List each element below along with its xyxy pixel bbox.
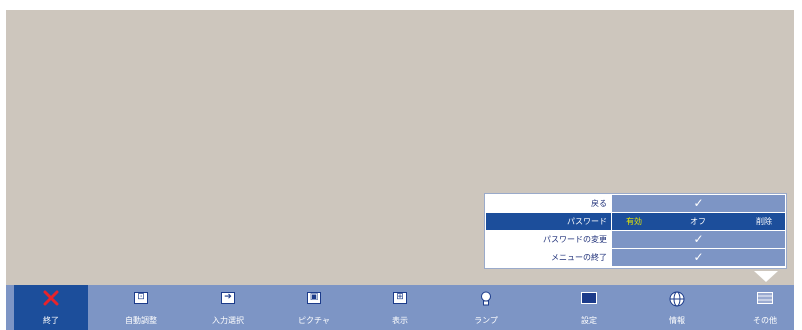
submenu-row-back[interactable]: 戻る ✓: [486, 195, 785, 212]
info-globe-icon: [669, 291, 685, 307]
menu-item-picture[interactable]: ▣ ピクチャ: [277, 285, 351, 330]
change-password-label: パスワードの変更: [486, 231, 611, 248]
lamp-icon: [481, 291, 491, 306]
menu-item-label: 情報: [669, 316, 685, 325]
scroll-down-arrow-icon[interactable]: [754, 271, 778, 282]
menu-item-label: 入力選択: [212, 316, 244, 325]
password-option-off[interactable]: オフ: [690, 213, 706, 230]
security-submenu: 戻る ✓ パスワード 有効 オフ 削除 パスワードの変更 ✓ メニューの終了 ✓: [484, 193, 787, 269]
change-password-check-icon: ✓: [693, 232, 704, 246]
auto-adjust-icon: ⊡: [134, 292, 148, 304]
display-icon: ⊞: [393, 292, 407, 304]
menu-item-label: 自動調整: [125, 316, 157, 325]
menu-item-lamp[interactable]: ランプ: [449, 285, 523, 330]
other-icon: [757, 292, 773, 304]
menu-item-info[interactable]: 情報: [640, 285, 714, 330]
submenu-row-change-password[interactable]: パスワードの変更 ✓: [486, 231, 785, 248]
menu-item-label: その他: [753, 316, 777, 325]
back-label: 戻る: [486, 195, 611, 212]
menu-item-input-select[interactable]: ➔ 入力選択: [191, 285, 265, 330]
menu-item-label: 表示: [392, 316, 408, 325]
menu-item-label: 終了: [43, 316, 59, 325]
password-label: パスワード: [486, 213, 611, 230]
submenu-row-exit-menu[interactable]: メニューの終了 ✓: [486, 249, 785, 266]
osd-menubar: 終了 ⊡ 自動調整 ➔ 入力選択 ▣ ピクチャ ⊞ 表示 ランプ 設定 情報 そ…: [6, 285, 794, 330]
settings-icon: [581, 292, 597, 304]
password-option-delete[interactable]: 削除: [756, 213, 772, 230]
menu-item-display[interactable]: ⊞ 表示: [363, 285, 437, 330]
menu-item-label: ピクチャ: [298, 316, 330, 325]
menu-item-label: 設定: [581, 316, 597, 325]
input-select-icon: ➔: [221, 292, 235, 304]
exit-menu-label: メニューの終了: [486, 249, 611, 266]
menu-item-settings[interactable]: 設定: [552, 285, 626, 330]
menu-item-label: ランプ: [474, 316, 498, 325]
menu-item-exit[interactable]: 終了: [14, 285, 88, 330]
back-check-icon: ✓: [693, 196, 704, 210]
picture-icon: ▣: [307, 292, 321, 304]
password-option-enabled[interactable]: 有効: [626, 213, 642, 230]
menu-item-auto-adjust[interactable]: ⊡ 自動調整: [104, 285, 178, 330]
close-icon: [43, 290, 59, 306]
submenu-row-password[interactable]: パスワード 有効 オフ 削除: [486, 213, 785, 230]
menu-item-other[interactable]: その他: [728, 285, 802, 330]
exit-menu-check-icon: ✓: [693, 250, 704, 264]
